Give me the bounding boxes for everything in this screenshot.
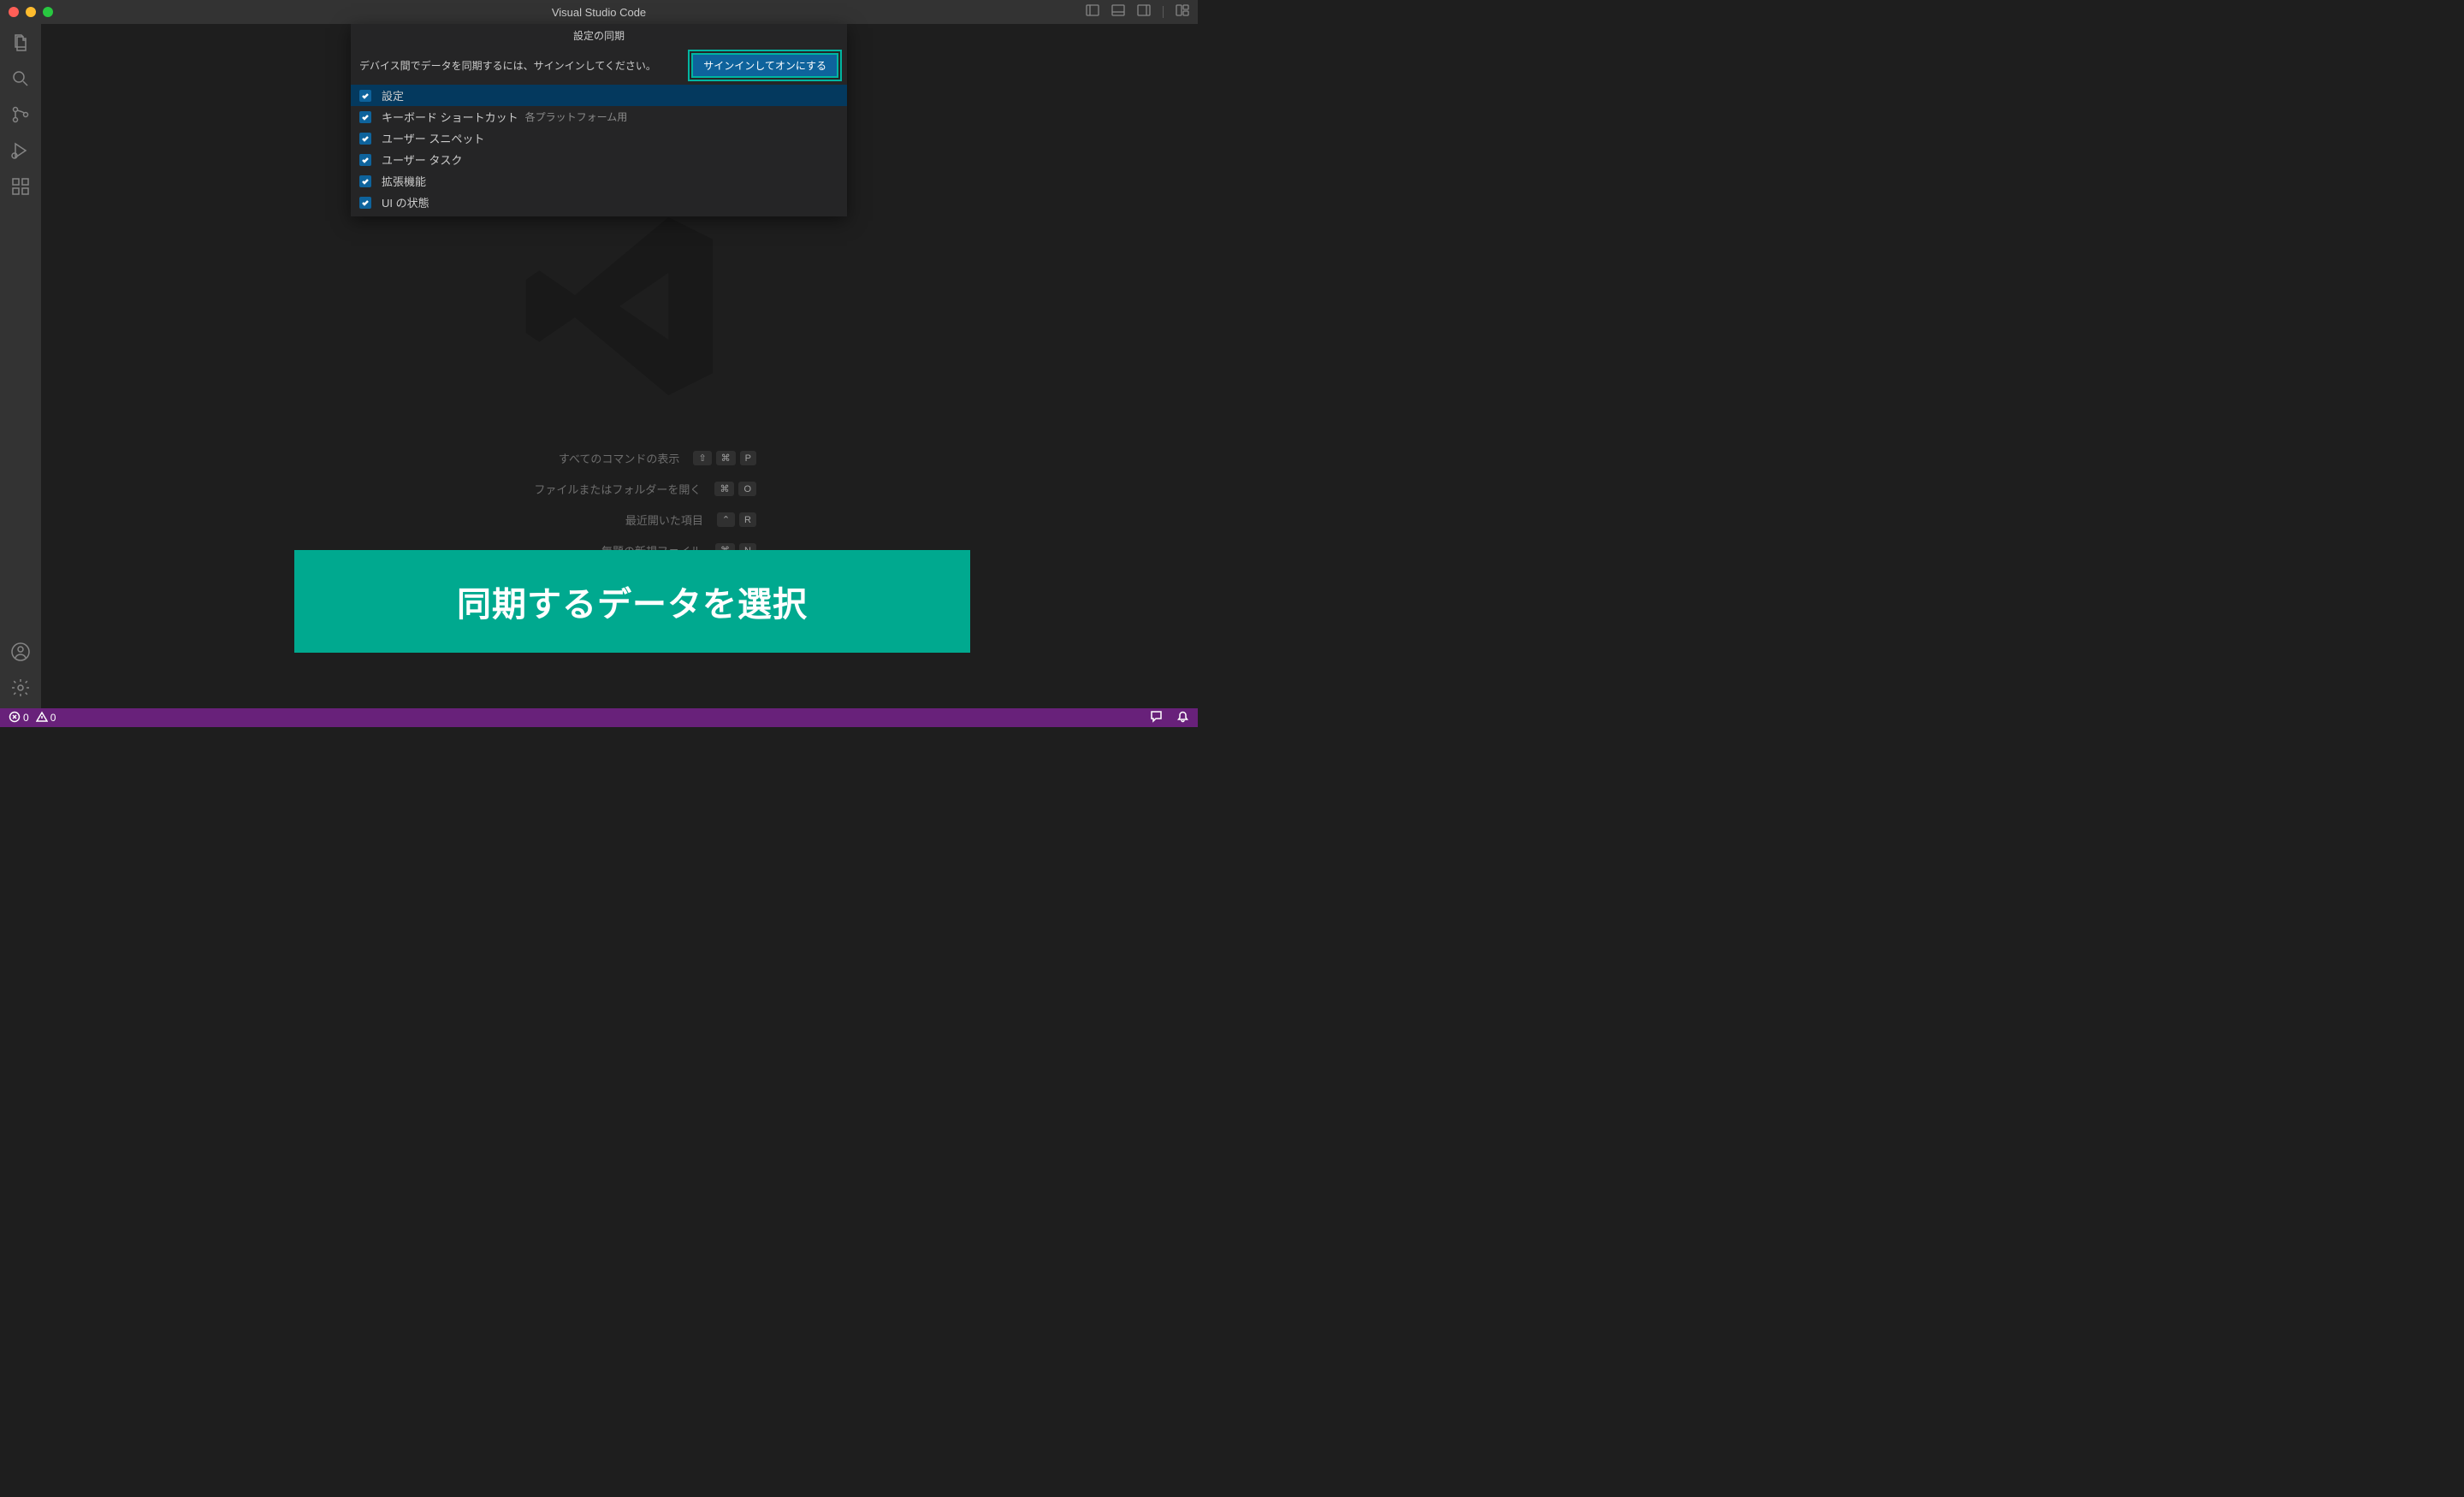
source-control-icon[interactable] — [10, 104, 31, 125]
hint-label: 最近開いた項目 — [625, 512, 703, 528]
key-r: R — [739, 512, 756, 527]
sync-option-snippets[interactable]: ユーザー スニペット — [351, 127, 847, 149]
app-title: Visual Studio Code — [552, 6, 646, 19]
hint-label: すべてのコマンドの表示 — [559, 450, 680, 466]
key-ctrl: ⌃ — [717, 512, 735, 527]
explorer-icon[interactable] — [10, 33, 31, 53]
banner-text: 同期するデータを選択 — [457, 577, 808, 626]
close-window-button[interactable] — [9, 7, 19, 17]
checkbox-checked-icon[interactable] — [359, 133, 371, 145]
sync-option-label: 拡張機能 — [382, 173, 426, 189]
settings-sync-picker: 設定の同期 デバイス間でデータを同期するには、サインインしてください。 サインイ… — [351, 24, 847, 216]
minimize-window-button[interactable] — [26, 7, 36, 17]
sync-option-settings[interactable]: 設定 — [351, 85, 847, 106]
sync-option-label: キーボード ショートカット — [382, 109, 518, 125]
search-icon[interactable] — [10, 68, 31, 89]
sync-option-ui-state[interactable]: UI の状態 — [351, 192, 847, 213]
activity-bar — [0, 24, 41, 708]
toggle-panel-icon[interactable] — [1111, 4, 1125, 21]
error-count: 0 — [23, 712, 29, 724]
hint-recent: 最近開いた項目 ⌃ R — [380, 512, 859, 528]
customize-layout-icon[interactable] — [1176, 4, 1189, 21]
sync-option-label: 設定 — [382, 87, 404, 104]
sync-options-list: 設定 キーボード ショートカット 各プラットフォーム用 ユーザー スニペット ユ… — [351, 85, 847, 216]
maximize-window-button[interactable] — [43, 7, 53, 17]
title-bar: Visual Studio Code — [0, 0, 1198, 24]
sync-option-sublabel: 各プラットフォーム用 — [525, 109, 628, 124]
checkbox-checked-icon[interactable] — [359, 175, 371, 187]
window-controls — [0, 7, 53, 17]
picker-message: デバイス間でデータを同期するには、サインインしてください。 — [359, 58, 691, 73]
key-cmd: ⌘ — [714, 482, 734, 496]
toggle-secondary-sidebar-icon[interactable] — [1137, 4, 1151, 21]
titlebar-layout-controls — [1086, 4, 1198, 21]
checkbox-checked-icon[interactable] — [359, 90, 371, 102]
key-p: P — [740, 451, 756, 465]
problems-status-item[interactable]: 0 0 — [9, 711, 56, 725]
sync-option-extensions[interactable]: 拡張機能 — [351, 170, 847, 192]
layout-divider — [1163, 6, 1164, 18]
key-o: O — [738, 482, 756, 496]
run-debug-icon[interactable] — [10, 140, 31, 161]
accounts-icon[interactable] — [10, 642, 31, 662]
checkbox-checked-icon[interactable] — [359, 111, 371, 123]
checkbox-checked-icon[interactable] — [359, 154, 371, 166]
feedback-icon[interactable] — [1150, 710, 1163, 725]
hint-open-file: ファイルまたはフォルダーを開く ⌘ O — [380, 481, 859, 497]
picker-title: 設定の同期 — [351, 24, 847, 44]
sync-option-tasks[interactable]: ユーザー タスク — [351, 149, 847, 170]
sync-option-label: UI の状態 — [382, 194, 429, 210]
status-bar: 0 0 — [0, 708, 1198, 727]
vscode-watermark-logo — [508, 195, 731, 417]
key-cmd: ⌘ — [716, 451, 736, 465]
sign-in-and-turn-on-button[interactable]: サインインしてオンにする — [691, 53, 838, 78]
error-icon — [9, 711, 21, 725]
warning-icon — [36, 711, 48, 725]
hint-show-commands: すべてのコマンドの表示 ⇧ ⌘ P — [380, 450, 859, 466]
sync-option-label: ユーザー タスク — [382, 151, 462, 168]
toggle-primary-sidebar-icon[interactable] — [1086, 4, 1099, 21]
extensions-icon[interactable] — [10, 176, 31, 197]
key-shift: ⇧ — [693, 451, 711, 465]
sync-option-keybindings[interactable]: キーボード ショートカット 各プラットフォーム用 — [351, 106, 847, 127]
settings-gear-icon[interactable] — [10, 677, 31, 698]
warning-count: 0 — [50, 712, 56, 724]
annotation-banner: 同期するデータを選択 — [294, 550, 970, 653]
hint-label: ファイルまたはフォルダーを開く — [534, 481, 701, 497]
checkbox-checked-icon[interactable] — [359, 197, 371, 209]
sync-option-label: ユーザー スニペット — [382, 130, 484, 146]
notifications-bell-icon[interactable] — [1176, 710, 1189, 725]
